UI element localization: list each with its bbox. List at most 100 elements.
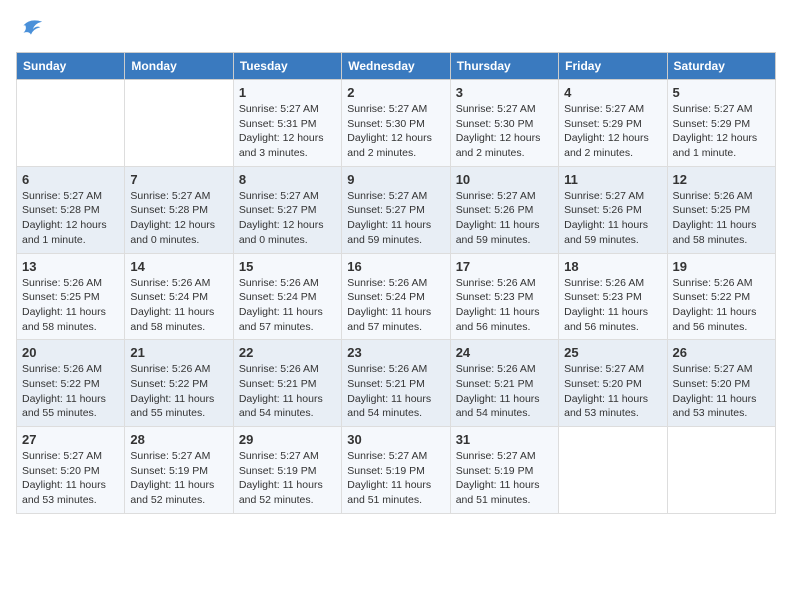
day-number: 4 <box>564 85 661 100</box>
calendar-cell: 15 Sunrise: 5:26 AM Sunset: 5:24 PM Dayli… <box>233 253 341 340</box>
calendar-cell: 13 Sunrise: 5:26 AM Sunset: 5:25 PM Dayli… <box>17 253 125 340</box>
day-number: 5 <box>673 85 770 100</box>
calendar-cell: 27Sunrise: 5:27 AM Sunset: 5:20 PM Dayli… <box>17 427 125 514</box>
calendar-week: 27Sunrise: 5:27 AM Sunset: 5:20 PM Dayli… <box>17 427 776 514</box>
day-detail: Sunrise: 5:27 AM Sunset: 5:28 PM Dayligh… <box>130 189 227 248</box>
day-number: 6 <box>22 172 119 187</box>
day-detail: Sunrise: 5:26 AM Sunset: 5:23 PM Dayligh… <box>564 276 661 335</box>
day-number: 15 <box>239 259 336 274</box>
header-day: Sunday <box>17 53 125 80</box>
day-detail: Sunrise: 5:26 AM Sunset: 5:21 PM Dayligh… <box>239 362 336 421</box>
day-number: 3 <box>456 85 553 100</box>
header-day: Thursday <box>450 53 558 80</box>
calendar-cell: 11 Sunrise: 5:27 AM Sunset: 5:26 PM Dayli… <box>559 166 667 253</box>
header-day: Tuesday <box>233 53 341 80</box>
day-detail: Sunrise: 5:26 AM Sunset: 5:25 PM Dayligh… <box>22 276 119 335</box>
day-detail: Sunrise: 5:27 AM Sunset: 5:27 PM Dayligh… <box>239 189 336 248</box>
calendar-week: 6 Sunrise: 5:27 AM Sunset: 5:28 PM Daylig… <box>17 166 776 253</box>
day-number: 11 <box>564 172 661 187</box>
calendar-table: SundayMondayTuesdayWednesdayThursdayFrid… <box>16 52 776 514</box>
calendar-cell: 8 Sunrise: 5:27 AM Sunset: 5:27 PM Daylig… <box>233 166 341 253</box>
calendar-cell: 12Sunrise: 5:26 AM Sunset: 5:25 PM Dayli… <box>667 166 775 253</box>
day-detail: Sunrise: 5:27 AM Sunset: 5:27 PM Dayligh… <box>347 189 444 248</box>
calendar-cell: 19 Sunrise: 5:26 AM Sunset: 5:22 PM Dayli… <box>667 253 775 340</box>
calendar-cell: 1Sunrise: 5:27 AM Sunset: 5:31 PM Daylig… <box>233 80 341 167</box>
day-number: 9 <box>347 172 444 187</box>
day-number: 23 <box>347 345 444 360</box>
day-number: 31 <box>456 432 553 447</box>
day-number: 8 <box>239 172 336 187</box>
calendar-cell <box>125 80 233 167</box>
day-detail: Sunrise: 5:27 AM Sunset: 5:31 PM Dayligh… <box>239 102 336 161</box>
header-day: Monday <box>125 53 233 80</box>
day-detail: Sunrise: 5:27 AM Sunset: 5:19 PM Dayligh… <box>456 449 553 508</box>
day-detail: Sunrise: 5:26 AM Sunset: 5:22 PM Dayligh… <box>673 276 770 335</box>
day-detail: Sunrise: 5:27 AM Sunset: 5:26 PM Dayligh… <box>564 189 661 248</box>
day-detail: Sunrise: 5:27 AM Sunset: 5:26 PM Dayligh… <box>456 189 553 248</box>
day-detail: Sunrise: 5:27 AM Sunset: 5:19 PM Dayligh… <box>347 449 444 508</box>
calendar-cell: 16Sunrise: 5:26 AM Sunset: 5:24 PM Dayli… <box>342 253 450 340</box>
day-detail: Sunrise: 5:26 AM Sunset: 5:22 PM Dayligh… <box>22 362 119 421</box>
day-detail: Sunrise: 5:27 AM Sunset: 5:20 PM Dayligh… <box>564 362 661 421</box>
calendar-cell: 26 Sunrise: 5:27 AM Sunset: 5:20 PM Dayli… <box>667 340 775 427</box>
calendar-cell: 29 Sunrise: 5:27 AM Sunset: 5:19 PM Dayli… <box>233 427 341 514</box>
calendar-cell: 20 Sunrise: 5:26 AM Sunset: 5:22 PM Dayli… <box>17 340 125 427</box>
calendar-cell: 7 Sunrise: 5:27 AM Sunset: 5:28 PM Daylig… <box>125 166 233 253</box>
day-number: 30 <box>347 432 444 447</box>
header-day: Saturday <box>667 53 775 80</box>
day-number: 7 <box>130 172 227 187</box>
header-row: SundayMondayTuesdayWednesdayThursdayFrid… <box>17 53 776 80</box>
day-detail: Sunrise: 5:26 AM Sunset: 5:21 PM Dayligh… <box>347 362 444 421</box>
day-detail: Sunrise: 5:27 AM Sunset: 5:30 PM Dayligh… <box>456 102 553 161</box>
calendar-cell: 5 Sunrise: 5:27 AM Sunset: 5:29 PM Daylig… <box>667 80 775 167</box>
logo-icon <box>16 16 44 44</box>
day-number: 24 <box>456 345 553 360</box>
calendar-week: 20 Sunrise: 5:26 AM Sunset: 5:22 PM Dayli… <box>17 340 776 427</box>
day-number: 21 <box>130 345 227 360</box>
day-detail: Sunrise: 5:26 AM Sunset: 5:24 PM Dayligh… <box>239 276 336 335</box>
calendar-cell: 6 Sunrise: 5:27 AM Sunset: 5:28 PM Daylig… <box>17 166 125 253</box>
day-number: 18 <box>564 259 661 274</box>
calendar-cell: 17 Sunrise: 5:26 AM Sunset: 5:23 PM Dayli… <box>450 253 558 340</box>
calendar-cell: 30 Sunrise: 5:27 AM Sunset: 5:19 PM Dayli… <box>342 427 450 514</box>
calendar-cell: 31 Sunrise: 5:27 AM Sunset: 5:19 PM Dayli… <box>450 427 558 514</box>
calendar-cell: 23 Sunrise: 5:26 AM Sunset: 5:21 PM Dayli… <box>342 340 450 427</box>
day-number: 2 <box>347 85 444 100</box>
day-number: 22 <box>239 345 336 360</box>
day-number: 20 <box>22 345 119 360</box>
calendar-cell: 10Sunrise: 5:27 AM Sunset: 5:26 PM Dayli… <box>450 166 558 253</box>
calendar-week: 1Sunrise: 5:27 AM Sunset: 5:31 PM Daylig… <box>17 80 776 167</box>
day-detail: Sunrise: 5:27 AM Sunset: 5:29 PM Dayligh… <box>673 102 770 161</box>
day-number: 12 <box>673 172 770 187</box>
calendar-cell <box>559 427 667 514</box>
day-detail: Sunrise: 5:26 AM Sunset: 5:24 PM Dayligh… <box>130 276 227 335</box>
header-day: Friday <box>559 53 667 80</box>
calendar-cell: 9 Sunrise: 5:27 AM Sunset: 5:27 PM Daylig… <box>342 166 450 253</box>
day-detail: Sunrise: 5:26 AM Sunset: 5:22 PM Dayligh… <box>130 362 227 421</box>
day-number: 17 <box>456 259 553 274</box>
day-detail: Sunrise: 5:27 AM Sunset: 5:20 PM Dayligh… <box>673 362 770 421</box>
day-detail: Sunrise: 5:27 AM Sunset: 5:20 PM Dayligh… <box>22 449 119 508</box>
page-header <box>16 16 776 44</box>
calendar-cell: 3 Sunrise: 5:27 AM Sunset: 5:30 PM Daylig… <box>450 80 558 167</box>
day-detail: Sunrise: 5:27 AM Sunset: 5:19 PM Dayligh… <box>239 449 336 508</box>
calendar-cell: 25 Sunrise: 5:27 AM Sunset: 5:20 PM Dayli… <box>559 340 667 427</box>
day-number: 19 <box>673 259 770 274</box>
calendar-cell: 22 Sunrise: 5:26 AM Sunset: 5:21 PM Dayli… <box>233 340 341 427</box>
day-detail: Sunrise: 5:27 AM Sunset: 5:29 PM Dayligh… <box>564 102 661 161</box>
logo <box>16 16 48 44</box>
day-number: 29 <box>239 432 336 447</box>
calendar-cell: 21 Sunrise: 5:26 AM Sunset: 5:22 PM Dayli… <box>125 340 233 427</box>
calendar-body: 1Sunrise: 5:27 AM Sunset: 5:31 PM Daylig… <box>17 80 776 514</box>
calendar-header: SundayMondayTuesdayWednesdayThursdayFrid… <box>17 53 776 80</box>
header-day: Wednesday <box>342 53 450 80</box>
calendar-cell: 2Sunrise: 5:27 AM Sunset: 5:30 PM Daylig… <box>342 80 450 167</box>
calendar-cell: 24 Sunrise: 5:26 AM Sunset: 5:21 PM Dayli… <box>450 340 558 427</box>
day-number: 25 <box>564 345 661 360</box>
day-number: 13 <box>22 259 119 274</box>
day-detail: Sunrise: 5:26 AM Sunset: 5:23 PM Dayligh… <box>456 276 553 335</box>
day-detail: Sunrise: 5:27 AM Sunset: 5:28 PM Dayligh… <box>22 189 119 248</box>
day-detail: Sunrise: 5:26 AM Sunset: 5:21 PM Dayligh… <box>456 362 553 421</box>
calendar-cell: 18 Sunrise: 5:26 AM Sunset: 5:23 PM Dayli… <box>559 253 667 340</box>
day-number: 26 <box>673 345 770 360</box>
